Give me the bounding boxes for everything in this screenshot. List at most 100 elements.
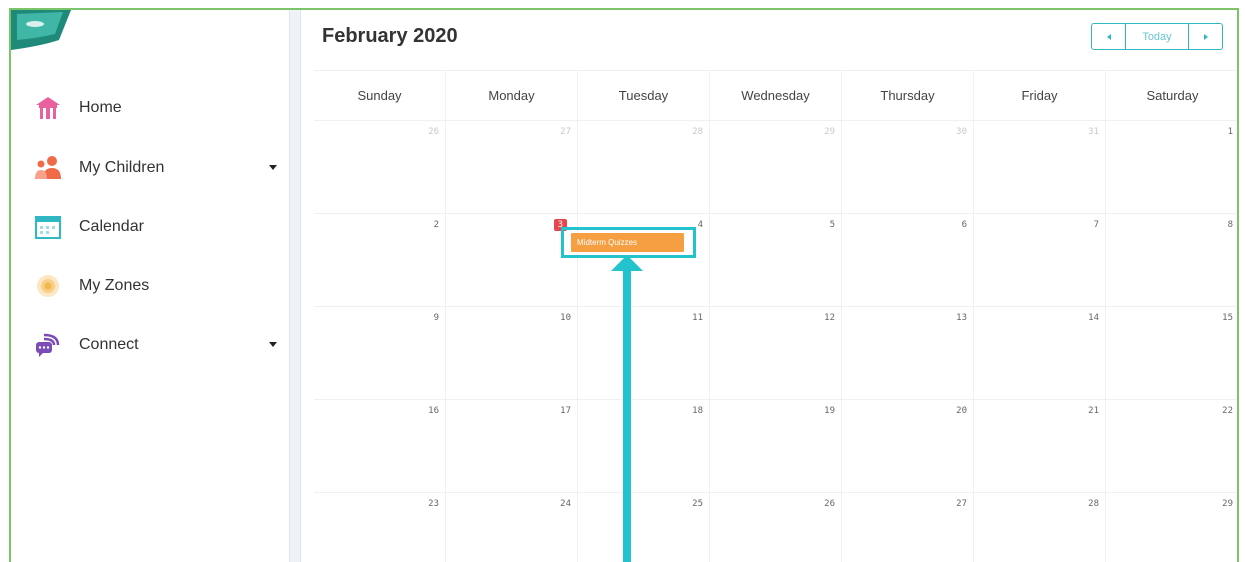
weekday-label: Sunday (314, 71, 446, 120)
day-number: 27 (560, 127, 571, 137)
children-icon (33, 153, 63, 183)
chevron-down-icon[interactable] (269, 165, 277, 170)
sidebar-item-my-zones[interactable]: My Zones (33, 268, 283, 304)
weekday-label: Tuesday (578, 71, 710, 120)
chevron-right-icon (1203, 33, 1208, 40)
calendar-week-row: 23 24 25 26 27 28 29 (314, 493, 1237, 562)
sidebar-item-connect[interactable]: Connect (33, 327, 283, 363)
day-number: 25 (692, 499, 703, 509)
calendar-day-cell[interactable]: 5 (710, 214, 842, 306)
day-number: 24 (560, 499, 571, 509)
day-number: 23 (428, 499, 439, 509)
calendar-day-cell[interactable]: 10 (446, 307, 578, 399)
calendar-day-cell[interactable]: 28 (578, 121, 710, 213)
day-number: 30 (956, 127, 967, 137)
calendar-day-cell[interactable]: 8 (1106, 214, 1237, 306)
day-number: 26 (428, 127, 439, 137)
chevron-left-icon (1106, 33, 1111, 40)
day-number: 13 (956, 313, 967, 323)
sidebar: Home My Children Calendar My Zones Conne… (11, 10, 291, 562)
calendar-day-cell[interactable]: 15 (1106, 307, 1237, 399)
calendar-panel: February 2020 Today Sunday Monday Tuesda… (302, 10, 1237, 562)
calendar-day-cell[interactable]: 17 (446, 400, 578, 492)
day-number: 1 (1227, 127, 1233, 137)
day-number: 9 (433, 313, 439, 323)
panel-divider (289, 10, 301, 562)
calendar-day-cell[interactable]: 26 (710, 493, 842, 562)
calendar-day-cell[interactable]: 29 (1106, 493, 1237, 562)
calendar-day-cell[interactable]: 1 (1106, 121, 1237, 213)
calendar-week-row: 23 4 5 6 7 8 (314, 214, 1237, 307)
calendar-weeks: 26 27 28 29 30 31 1 2 3 4 5 6 7 8 9 10 11 12 13 14 15 16 17 18 1… (314, 121, 1237, 562)
day-number: 14 (1088, 313, 1099, 323)
calendar-day-cell[interactable]: 31 (974, 121, 1106, 213)
calendar-week-row: 26 27 28 29 30 31 1 (314, 121, 1237, 214)
weekday-label: Wednesday (710, 71, 842, 120)
day-number: 6 (961, 220, 967, 230)
calendar-week-row: 9 10 11 12 13 14 15 (314, 307, 1237, 400)
calendar-day-cell[interactable]: 28 (974, 493, 1106, 562)
next-month-button[interactable] (1189, 24, 1222, 49)
calendar-day-cell[interactable]: 6 (842, 214, 974, 306)
calendar-day-cell[interactable]: 9 (314, 307, 446, 399)
weekday-label: Friday (974, 71, 1106, 120)
calendar-nav: Today (1091, 23, 1223, 50)
calendar-day-cell[interactable]: 22 (1106, 400, 1237, 492)
logo[interactable] (11, 10, 71, 50)
calendar-day-cell[interactable]: 18 (578, 400, 710, 492)
day-number: 29 (1222, 499, 1233, 509)
day-number: 2 (433, 220, 439, 230)
home-icon (33, 93, 63, 123)
calendar-day-cell[interactable]: 20 (842, 400, 974, 492)
day-number: 29 (824, 127, 835, 137)
calendar-day-cell[interactable]: 7 (974, 214, 1106, 306)
calendar-day-cell[interactable]: 3 (446, 214, 578, 306)
day-number: 7 (1093, 220, 1099, 230)
calendar-day-cell[interactable]: 13 (842, 307, 974, 399)
sidebar-item-calendar[interactable]: Calendar (33, 209, 283, 245)
day-number: 15 (1222, 313, 1233, 323)
day-number: 11 (692, 313, 703, 323)
calendar-week-row: 16 17 18 19 20 21 22 (314, 400, 1237, 493)
calendar-day-cell[interactable]: 21 (974, 400, 1106, 492)
day-number: 20 (956, 406, 967, 416)
calendar-day-cell[interactable]: 27 (446, 121, 578, 213)
calendar-day-cell[interactable]: 30 (842, 121, 974, 213)
sidebar-item-label: My Children (79, 159, 165, 176)
day-number: 5 (829, 220, 835, 230)
sidebar-item-my-children[interactable]: My Children (33, 150, 283, 186)
weekday-label: Thursday (842, 71, 974, 120)
sidebar-item-label: Home (79, 99, 122, 116)
connect-icon (33, 330, 63, 360)
day-number: 18 (692, 406, 703, 416)
calendar-day-cell[interactable]: 19 (710, 400, 842, 492)
weekday-label: Saturday (1146, 88, 1199, 103)
today-button[interactable]: Today (1125, 24, 1189, 49)
calendar-day-cell[interactable]: 24 (446, 493, 578, 562)
calendar-day-cell[interactable]: 12 (710, 307, 842, 399)
chevron-down-icon[interactable] (269, 342, 277, 347)
day-number: 4 (697, 220, 703, 230)
annotation-arrow (623, 268, 631, 562)
day-number: 16 (428, 406, 439, 416)
day-number: 28 (692, 127, 703, 137)
calendar-icon (33, 212, 63, 242)
calendar-day-cell[interactable]: 27 (842, 493, 974, 562)
calendar-day-cell[interactable]: 23 (314, 493, 446, 562)
prev-month-button[interactable] (1092, 24, 1125, 49)
calendar-day-cell[interactable]: 2 (314, 214, 446, 306)
calendar-event[interactable]: Midterm Quizzes (571, 233, 684, 252)
day-number: 31 (1088, 127, 1099, 137)
calendar-day-cell[interactable]: 11 (578, 307, 710, 399)
calendar-day-cell[interactable]: 29 (710, 121, 842, 213)
day-number: 22 (1222, 406, 1233, 416)
zones-icon (33, 271, 63, 301)
calendar-day-cell[interactable]: 16 (314, 400, 446, 492)
sidebar-item-home[interactable]: Home (33, 90, 283, 126)
calendar-day-cell[interactable]: 26 (314, 121, 446, 213)
sidebar-item-label: My Zones (79, 277, 150, 294)
calendar-day-cell[interactable]: 25 (578, 493, 710, 562)
calendar-day-cell[interactable]: 14 (974, 307, 1106, 399)
day-number: 26 (824, 499, 835, 509)
day-number: 8 (1227, 220, 1233, 230)
